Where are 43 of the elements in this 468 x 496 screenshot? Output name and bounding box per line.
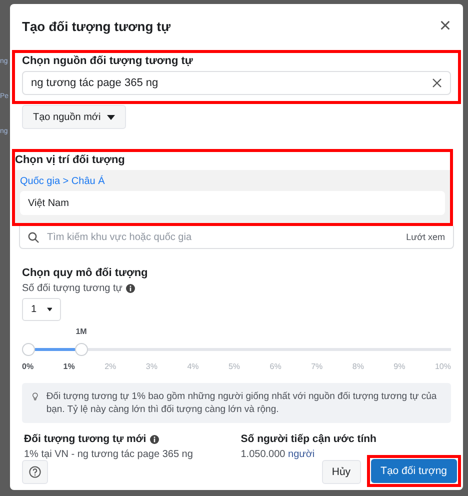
create-button[interactable]: Tạo đối tượng: [370, 459, 457, 483]
tick-label: 4%: [187, 362, 199, 371]
count-dropdown[interactable]: 1: [22, 298, 61, 321]
section-label: Chọn vị trí đối tượng: [15, 154, 126, 166]
tick-label: 5%: [228, 362, 240, 371]
breadcrumb-link[interactable]: Quốc gia > Châu Á: [20, 176, 445, 187]
lightbulb-icon: [32, 390, 38, 403]
tick-label: 10%: [434, 362, 451, 371]
location-item[interactable]: Việt Nam: [20, 191, 445, 215]
field-label: Số đối tượng tương tự: [22, 283, 122, 294]
help-button[interactable]: [22, 460, 48, 484]
tick-label: 2%: [104, 362, 116, 371]
tick-label: 0%: [22, 362, 34, 371]
result-label: Số người tiếp cận ước tính: [240, 433, 376, 445]
location-search-field[interactable]: Tìm kiếm khu vực hoặc quốc gia Lướt xem: [19, 226, 454, 249]
slider-fill: [35, 348, 76, 351]
help-icon: [29, 466, 41, 478]
dialog-title: Tạo đối tượng tương tự: [22, 18, 171, 34]
cancel-button[interactable]: Hủy: [322, 460, 361, 484]
tick-label: 3%: [146, 362, 158, 371]
tick-label: 9%: [394, 362, 406, 371]
create-source-button[interactable]: Tạo nguồn mới: [22, 105, 126, 129]
slider-handle[interactable]: [22, 343, 35, 356]
info-icon: [150, 434, 160, 444]
section-label: Chọn nguồn đối tượng tương tự: [22, 55, 194, 67]
search-icon: [28, 232, 39, 242]
result-label: Đối tượng tương tự mới: [24, 433, 146, 445]
tick-label: 1%: [63, 362, 75, 371]
info-icon: [126, 284, 136, 293]
result-value: 1% tại VN - ng tương tác page 365 ng: [24, 449, 194, 460]
slider-value: 1M: [76, 327, 87, 336]
tick-label: 6%: [270, 362, 282, 371]
clear-icon[interactable]: [432, 78, 442, 88]
slider-handle[interactable]: [75, 343, 88, 356]
tick-label: 8%: [352, 362, 364, 371]
section-label: Chọn quy mô đối tượng: [22, 267, 149, 279]
caret-icon: [46, 307, 52, 312]
info-text: Đối tượng tương tự 1% bao gồm những người giống nhất với nguồn đối tượng tương tự của bạn. Tỷ lệ này càng lớn thì đối tượng càng lớn và rộng.: [46, 390, 438, 416]
tick-label: 7%: [311, 362, 323, 371]
close-button[interactable]: ×: [439, 16, 451, 36]
caret-icon: [106, 114, 115, 120]
reach-value: 1.050.000 người: [240, 449, 316, 460]
source-field[interactable]: ng tương tác page 365 ng: [22, 71, 451, 95]
